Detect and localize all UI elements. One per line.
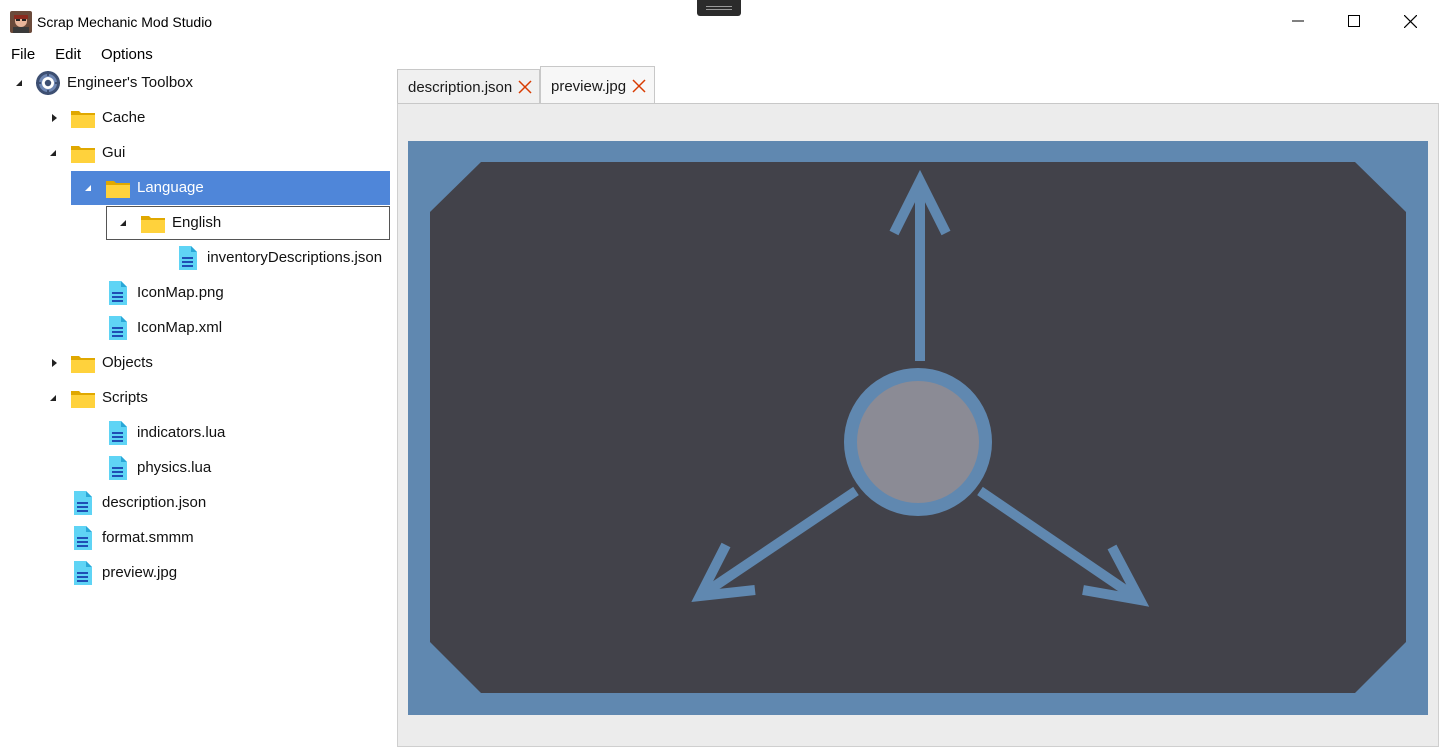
tree-label: Cache xyxy=(102,109,146,126)
tree-label: Language xyxy=(137,179,204,196)
tree-label: IconMap.xml xyxy=(137,319,223,336)
minimize-icon xyxy=(1292,20,1304,22)
expanded-triangle-icon[interactable] xyxy=(119,218,129,228)
tree-item-iconmap-xml[interactable]: IconMap.xml xyxy=(0,311,390,345)
tree-item-indicators-lua[interactable]: indicators.lua xyxy=(0,416,390,450)
preview-image xyxy=(408,141,1428,715)
menu-bar: File Edit Options xyxy=(0,44,163,66)
folder-icon xyxy=(71,391,95,408)
file-icon xyxy=(74,526,92,550)
tree-item-english[interactable]: English xyxy=(106,206,390,240)
folder-icon xyxy=(71,356,95,373)
close-button[interactable] xyxy=(1382,0,1438,42)
folder-icon xyxy=(71,146,95,163)
tab-preview-jpg[interactable]: preview.jpg xyxy=(540,66,655,104)
menu-edit[interactable]: Edit xyxy=(45,44,91,66)
tree-label: inventoryDescriptions.json xyxy=(207,249,383,266)
tree-label: IconMap.png xyxy=(137,284,224,301)
tree-item-preview-jpg[interactable]: preview.jpg xyxy=(0,556,390,590)
tree-label: physics.lua xyxy=(137,459,212,476)
tree-item-inventory-descriptions[interactable]: inventoryDescriptions.json xyxy=(0,241,390,275)
menu-options[interactable]: Options xyxy=(91,44,163,66)
tree-label: description.json xyxy=(102,494,207,511)
drag-handle[interactable] xyxy=(697,0,741,16)
tree-item-gui[interactable]: Gui xyxy=(0,136,390,170)
tree-item-scripts[interactable]: Scripts xyxy=(0,381,390,415)
menu-file[interactable]: File xyxy=(0,44,45,66)
file-icon xyxy=(74,491,92,515)
tree-item-description-json[interactable]: description.json xyxy=(0,486,390,520)
folder-icon xyxy=(106,181,130,198)
tree-item-objects[interactable]: Objects xyxy=(0,346,390,380)
tree-label: Objects xyxy=(102,354,153,371)
tree-item-iconmap-png[interactable]: IconMap.png xyxy=(0,276,390,310)
minimize-button[interactable] xyxy=(1270,0,1326,42)
expanded-triangle-icon[interactable] xyxy=(49,393,59,403)
tab-description-json[interactable]: description.json xyxy=(397,69,540,103)
file-icon xyxy=(179,246,197,270)
project-tree[interactable]: Engineer's Toolbox Cache Gui Language En… xyxy=(0,66,396,748)
file-icon xyxy=(109,281,127,305)
tab-label: preview.jpg xyxy=(551,78,627,95)
tree-item-format-smmm[interactable]: format.smmm xyxy=(0,521,390,555)
gear-icon xyxy=(36,71,60,95)
tree-label: format.smmm xyxy=(102,529,194,546)
expanded-triangle-icon[interactable] xyxy=(84,183,94,193)
editor-tabs: description.json preview.jpg xyxy=(396,66,1440,104)
close-icon xyxy=(1403,14,1417,28)
tree-label: Scripts xyxy=(102,389,148,406)
file-icon xyxy=(109,316,127,340)
tree-label: Gui xyxy=(102,144,126,161)
tab-label: description.json xyxy=(408,79,513,96)
close-tab-icon[interactable] xyxy=(518,80,532,94)
file-icon xyxy=(109,456,127,480)
tree-label: preview.jpg xyxy=(102,564,178,581)
expanded-triangle-icon[interactable] xyxy=(15,78,25,88)
file-icon xyxy=(109,421,127,445)
tree-root-label: Engineer's Toolbox xyxy=(67,74,194,91)
expanded-triangle-icon[interactable] xyxy=(49,148,59,158)
file-icon xyxy=(74,561,92,585)
folder-icon xyxy=(141,216,165,233)
app-icon xyxy=(10,11,32,33)
title-bar[interactable]: Scrap Mechanic Mod Studio xyxy=(0,0,1440,44)
tree-label: indicators.lua xyxy=(137,424,226,441)
folder-icon xyxy=(71,111,95,128)
tree-item-physics-lua[interactable]: physics.lua xyxy=(0,451,390,485)
tree-label: English xyxy=(172,214,222,231)
tree-item-cache[interactable]: Cache xyxy=(0,101,390,135)
window-title: Scrap Mechanic Mod Studio xyxy=(37,14,213,30)
maximize-button[interactable] xyxy=(1326,0,1382,42)
tree-root[interactable]: Engineer's Toolbox xyxy=(0,66,390,100)
tree-item-language[interactable]: Language xyxy=(71,171,390,205)
collapsed-triangle-icon[interactable] xyxy=(49,113,59,123)
maximize-icon xyxy=(1348,15,1360,27)
collapsed-triangle-icon[interactable] xyxy=(49,358,59,368)
close-tab-icon[interactable] xyxy=(632,79,646,93)
